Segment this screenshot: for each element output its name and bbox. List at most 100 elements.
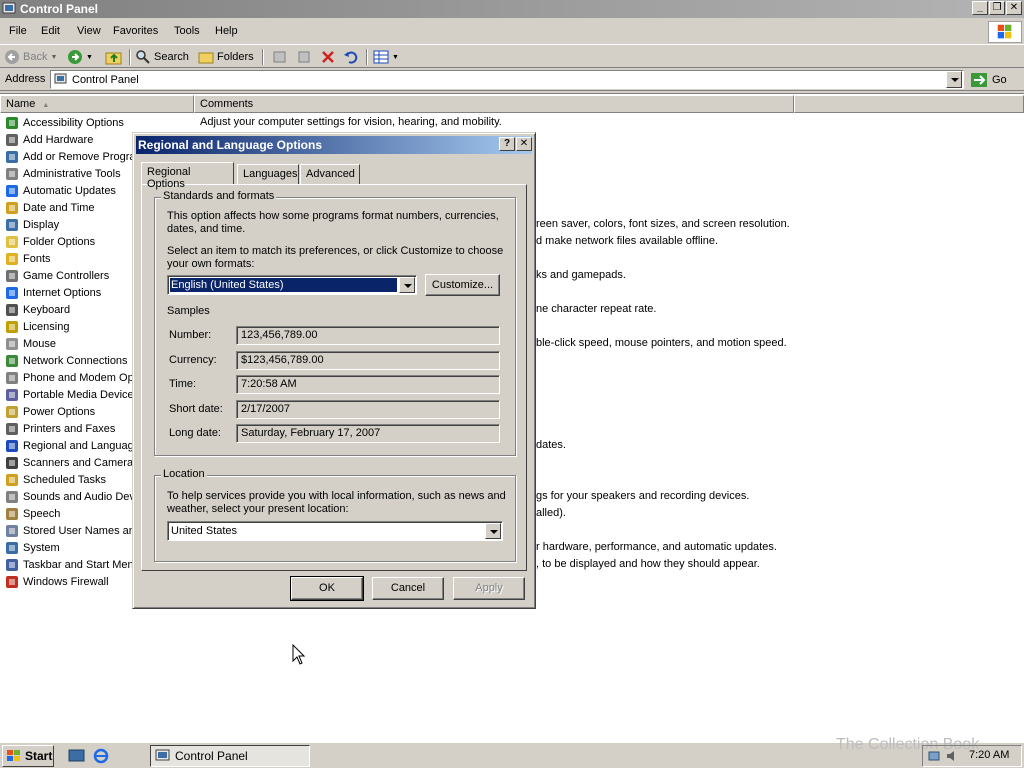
help-button[interactable]: ? <box>499 137 515 151</box>
address-dropdown-button[interactable] <box>946 71 962 88</box>
list-item[interactable]: Internet Options <box>4 284 101 301</box>
list-item[interactable]: Network Connections <box>4 352 128 369</box>
tab-regional-options[interactable]: Regional Options <box>141 162 234 190</box>
start-button[interactable]: Start <box>2 745 54 767</box>
menu-favorites[interactable]: Favorites <box>113 25 158 37</box>
clock[interactable]: 7:20 AM <box>969 749 1009 761</box>
list-item-label: Scheduled Tasks <box>23 473 106 486</box>
delete-button[interactable] <box>320 48 336 66</box>
list-item[interactable]: Mouse <box>4 335 56 352</box>
views-button[interactable]: ▼ <box>373 48 399 66</box>
show-desktop-icon[interactable] <box>68 748 86 764</box>
list-item[interactable]: Scanners and Cameras <box>4 454 134 471</box>
list-item[interactable]: Fonts <box>4 250 51 267</box>
list-item[interactable]: Folder Options <box>4 233 95 250</box>
folders-button[interactable]: Folders <box>198 48 254 66</box>
menu-edit[interactable]: Edit <box>41 25 60 37</box>
standards-description: This option affects how some programs fo… <box>167 210 499 235</box>
dialog-titlebar[interactable]: Regional and Language Options ? ✕ <box>136 136 532 154</box>
list-item[interactable]: Automatic Updates <box>4 182 116 199</box>
control-panel-item-icon <box>6 541 18 554</box>
list-item[interactable]: Keyboard <box>4 301 70 318</box>
restore-button[interactable]: ❐ <box>989 1 1005 15</box>
list-item[interactable]: Windows Firewall <box>4 573 109 590</box>
list-item[interactable]: Licensing <box>4 318 69 335</box>
dialog-close-button[interactable]: ✕ <box>516 137 532 151</box>
format-selected-value: English (United States) <box>169 277 398 293</box>
customize-button[interactable]: Customize... <box>425 274 500 296</box>
list-item[interactable]: Regional and Language <box>4 437 134 454</box>
close-button[interactable]: ✕ <box>1006 1 1022 15</box>
format-dropdown-button[interactable] <box>399 277 415 293</box>
list-item[interactable]: Printers and Faxes <box>4 420 115 437</box>
tab-advanced[interactable]: Advanced <box>300 164 360 184</box>
list-item[interactable]: Administrative Tools <box>4 165 121 182</box>
list-item[interactable]: Portable Media Devices <box>4 386 134 403</box>
ok-button[interactable]: OK <box>290 576 364 601</box>
list-item[interactable]: System <box>4 539 60 556</box>
undo-button[interactable] <box>343 48 359 66</box>
control-panel-item-icon <box>6 218 18 231</box>
column-header-name[interactable]: Name ▲ <box>0 95 194 113</box>
chevron-down-icon: ▼ <box>392 53 399 61</box>
sample-value-field: 123,456,789.00 <box>236 326 500 345</box>
tab-languages[interactable]: Languages <box>237 164 299 184</box>
list-item[interactable]: Add Hardware <box>4 131 93 148</box>
list-item[interactable]: Date and Time <box>4 199 95 216</box>
list-item-comment: ks and gamepads. <box>536 269 626 281</box>
list-item-label: Administrative Tools <box>23 167 121 180</box>
menu-view[interactable]: View <box>77 25 101 37</box>
list-item[interactable]: Phone and Modem Opt <box>4 369 134 386</box>
list-item-label: Automatic Updates <box>23 184 116 197</box>
control-panel-item-icon <box>6 575 18 588</box>
menu-help[interactable]: Help <box>215 25 238 37</box>
toolbar: Back ▼ ▼ Search Folders ▼ <box>0 44 1024 68</box>
up-folder-button[interactable] <box>105 48 123 66</box>
back-button[interactable]: Back ▼ <box>4 48 57 66</box>
menu-file[interactable]: File <box>9 25 27 37</box>
sample-label: Currency: <box>169 353 217 366</box>
internet-explorer-icon[interactable] <box>92 748 110 764</box>
copy-to-button[interactable] <box>296 48 312 66</box>
list-item[interactable]: Add or Remove Progra <box>4 148 134 165</box>
list-item-label: Scanners and Cameras <box>23 456 134 469</box>
address-input[interactable]: Control Panel <box>50 70 964 89</box>
list-item-label: Display <box>23 218 60 231</box>
list-item[interactable]: Speech <box>4 505 60 522</box>
move-to-button[interactable] <box>272 48 288 66</box>
search-icon <box>136 50 150 64</box>
list-item[interactable]: Stored User Names and <box>4 522 134 539</box>
list-item-label: Power Options <box>23 405 96 418</box>
list-item[interactable]: Taskbar and Start Men <box>4 556 134 573</box>
menu-tools[interactable]: Tools <box>174 25 200 37</box>
forward-button[interactable]: ▼ <box>67 48 93 66</box>
back-arrow-icon <box>5 50 19 64</box>
list-item-comment: Adjust your computer settings for vision… <box>200 116 502 128</box>
control-panel-item-icon <box>6 337 18 350</box>
go-button[interactable]: Go <box>968 70 1020 89</box>
location-group-title: Location <box>161 468 207 480</box>
window-titlebar[interactable]: Control Panel _ ❐ ✕ <box>0 0 1024 18</box>
control-panel-item-icon <box>6 490 18 503</box>
location-dropdown-button[interactable] <box>485 523 501 539</box>
taskbar-control-panel[interactable]: Control Panel <box>150 745 310 767</box>
list-item[interactable]: Scheduled Tasks <box>4 471 106 488</box>
mouse-cursor-icon <box>292 644 306 665</box>
format-select[interactable]: English (United States) <box>167 275 417 295</box>
column-header-comments[interactable]: Comments <box>194 95 794 113</box>
list-item[interactable]: Power Options <box>4 403 95 420</box>
apply-button[interactable]: Apply <box>453 577 525 600</box>
search-button[interactable]: Search <box>135 48 189 66</box>
list-item[interactable]: Accessibility Options <box>4 114 124 131</box>
list-item[interactable]: Display <box>4 216 59 233</box>
minimize-button[interactable]: _ <box>972 1 988 15</box>
list-item-label: System <box>23 541 60 554</box>
cancel-button[interactable]: Cancel <box>372 577 444 600</box>
list-item-label: Mouse <box>23 337 57 350</box>
folder-icon <box>198 52 214 64</box>
list-item[interactable]: Game Controllers <box>4 267 109 284</box>
network-icon[interactable] <box>927 749 943 763</box>
list-item[interactable]: Sounds and Audio Dev <box>4 488 134 505</box>
volume-icon[interactable] <box>945 749 961 763</box>
location-select[interactable]: United States <box>167 521 503 541</box>
